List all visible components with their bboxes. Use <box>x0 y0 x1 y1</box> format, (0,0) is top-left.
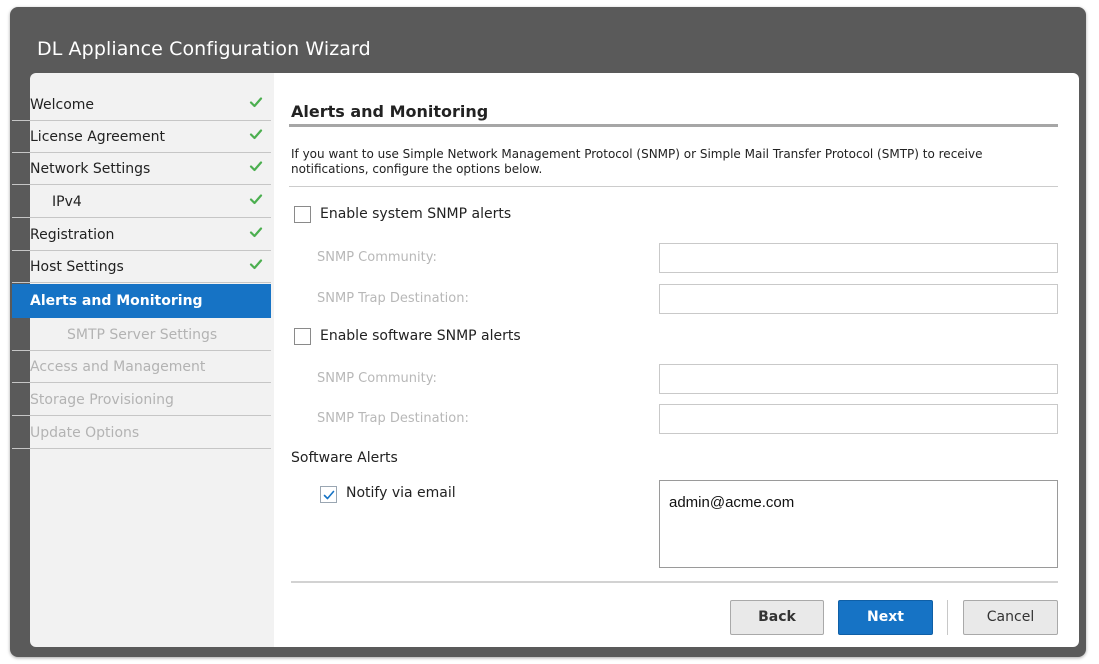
sidebar-item-label: Alerts and Monitoring <box>30 293 203 309</box>
sidebar-item-alerts-and-monitoring[interactable]: Alerts and Monitoring <box>12 284 271 318</box>
sidebar-item-label: Access and Management <box>30 359 206 375</box>
sidebar-item-license-agreement[interactable]: License Agreement <box>12 121 271 153</box>
software-snmp-trap-field[interactable] <box>659 404 1058 434</box>
sidebar-item-access-and-management: Access and Management <box>12 351 271 383</box>
sidebar-item-label: SMTP Server Settings <box>67 327 218 343</box>
checkmark-icon <box>249 97 263 108</box>
sidebar-item-ipv4[interactable]: IPv4 <box>12 186 271 218</box>
sidebar-item-label: Network Settings <box>30 161 151 177</box>
software-snmp-trap-label: SNMP Trap Destination: <box>317 411 469 426</box>
cancel-button[interactable]: Cancel <box>963 600 1058 635</box>
checkmark-icon <box>249 129 263 140</box>
sidebar-item-smtp-server-settings: SMTP Server Settings <box>12 319 271 351</box>
system-snmp-trap-field[interactable] <box>659 284 1058 314</box>
system-snmp-trap-label: SNMP Trap Destination: <box>317 291 469 306</box>
next-button[interactable]: Next <box>838 600 933 635</box>
notify-via-email-label: Notify via email <box>346 485 456 501</box>
email-recipients-field[interactable]: admin@acme.com <box>659 480 1058 568</box>
footer-divider <box>291 581 1058 583</box>
sidebar-item-label: Storage Provisioning <box>30 392 174 408</box>
sidebar-item-label: Welcome <box>30 97 95 113</box>
button-separator <box>947 600 948 635</box>
enable-system-snmp-checkbox[interactable] <box>294 206 311 223</box>
sidebar-item-registration[interactable]: Registration <box>12 219 271 251</box>
checkmark-icon <box>249 227 263 238</box>
page-description: If you want to use Simple Network Manage… <box>291 147 983 176</box>
sidebar-item-storage-provisioning: Storage Provisioning <box>12 384 271 416</box>
sidebar-item-update-options: Update Options <box>12 417 271 449</box>
notify-via-email-checkbox[interactable] <box>320 486 337 503</box>
sidebar-item-network-settings[interactable]: Network Settings <box>12 153 271 185</box>
checkmark-icon <box>249 194 263 205</box>
heading-divider <box>289 124 1058 127</box>
back-button[interactable]: Back <box>730 600 824 635</box>
sidebar-item-label: License Agreement <box>30 129 165 145</box>
page-title: Alerts and Monitoring <box>291 102 489 121</box>
sidebar-item-label: IPv4 <box>52 194 82 210</box>
system-snmp-community-field[interactable] <box>659 243 1058 273</box>
sidebar-item-welcome[interactable]: Welcome <box>12 89 271 121</box>
enable-system-snmp-label: Enable system SNMP alerts <box>320 206 512 222</box>
sidebar-item-label: Registration <box>30 227 115 243</box>
checkmark-icon <box>249 259 263 270</box>
system-snmp-community-label: SNMP Community: <box>317 250 437 265</box>
software-alerts-heading: Software Alerts <box>291 450 398 466</box>
sidebar-item-label: Update Options <box>30 425 140 441</box>
description-divider <box>289 186 1058 187</box>
software-snmp-community-field[interactable] <box>659 364 1058 394</box>
checkmark-icon <box>249 161 263 172</box>
enable-software-snmp-checkbox[interactable] <box>294 328 311 345</box>
window-title: DL Appliance Configuration Wizard <box>37 38 371 60</box>
email-recipient-value: admin@acme.com <box>669 494 795 511</box>
checkmark-icon <box>323 490 335 500</box>
sidebar-item-host-settings[interactable]: Host Settings <box>12 251 271 283</box>
enable-software-snmp-label: Enable software SNMP alerts <box>320 328 521 344</box>
software-snmp-community-label: SNMP Community: <box>317 371 437 386</box>
sidebar-item-label: Host Settings <box>30 259 124 275</box>
